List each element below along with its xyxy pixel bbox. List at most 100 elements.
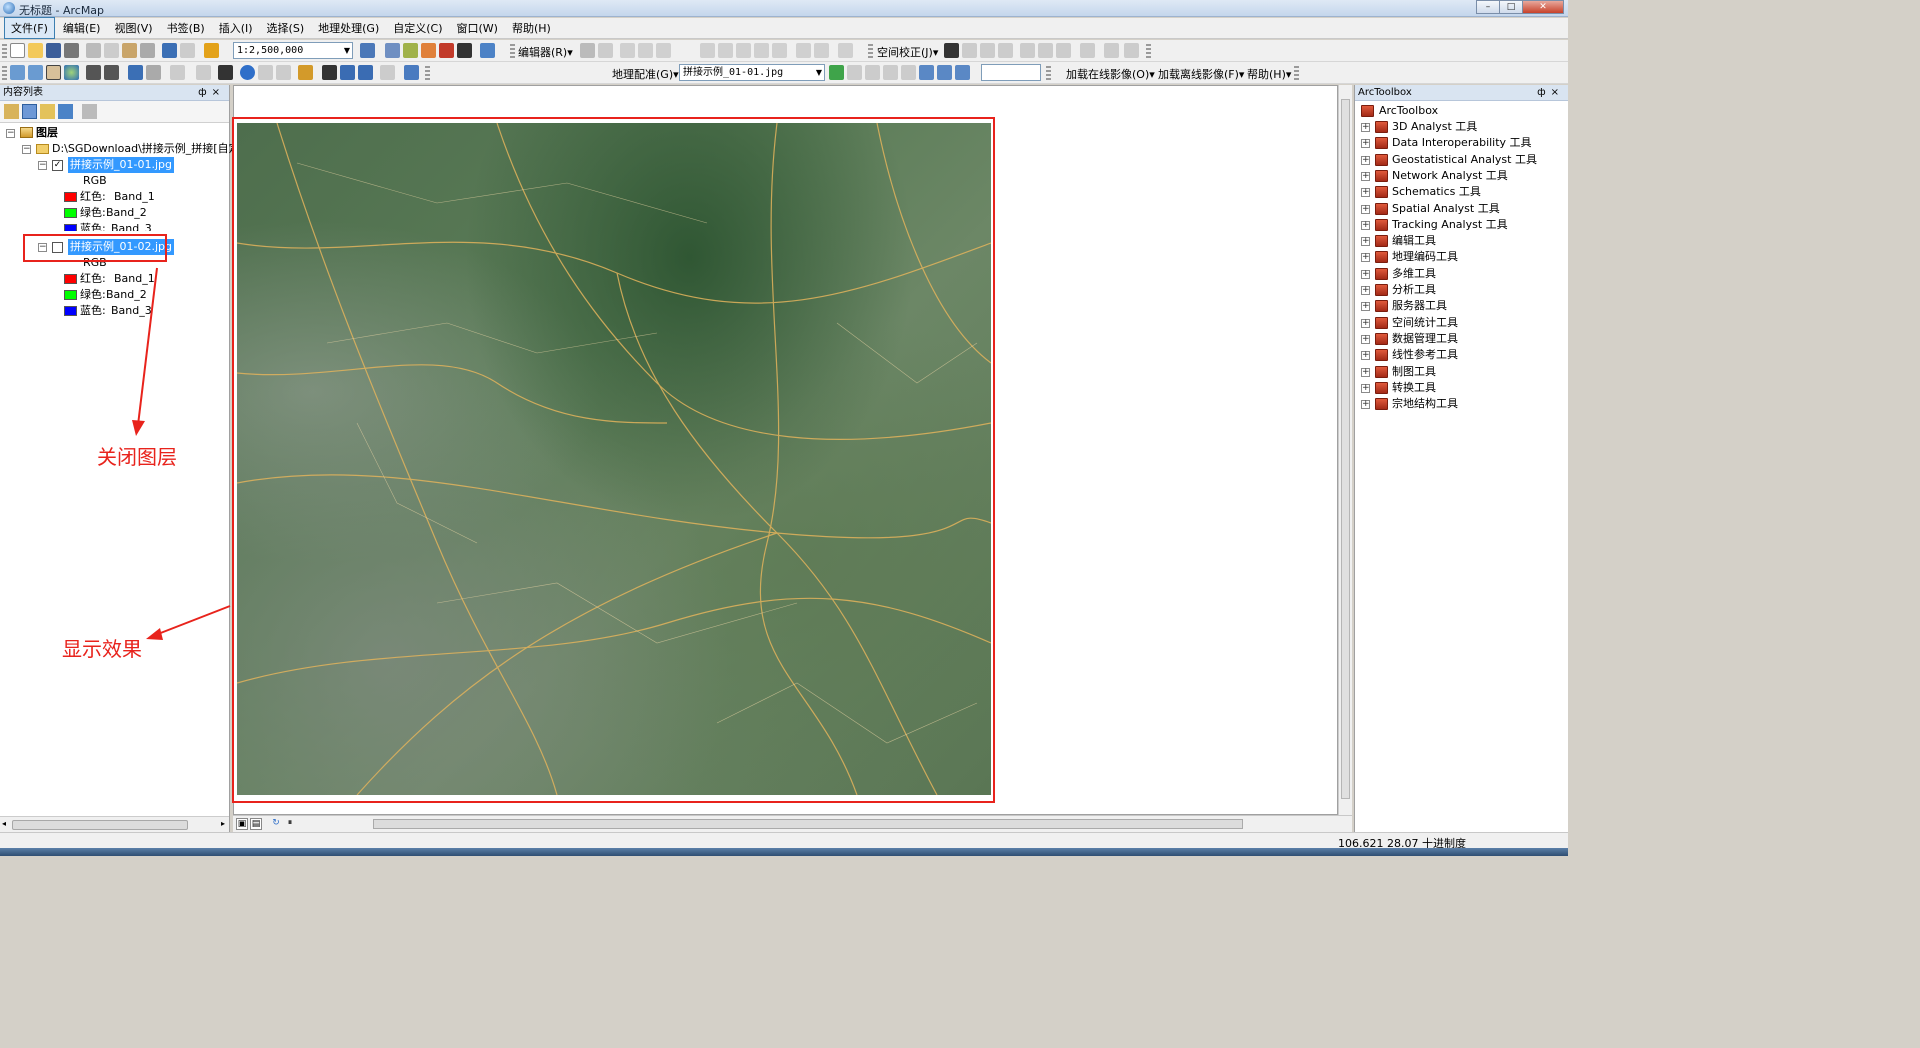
- menu-view[interactable]: 视图(V): [108, 18, 158, 38]
- blue-swatch[interactable]: [64, 306, 77, 316]
- reshape-icon[interactable]: [718, 43, 733, 58]
- red-swatch[interactable]: [64, 274, 77, 284]
- menu-insert[interactable]: 插入(I): [213, 18, 259, 38]
- select-link-icon[interactable]: [847, 65, 862, 80]
- measure-icon[interactable]: [298, 65, 313, 80]
- multi-displacement-icon[interactable]: [998, 43, 1013, 58]
- rotate-icon[interactable]: [772, 43, 787, 58]
- green-swatch[interactable]: [64, 290, 77, 300]
- create-features-icon[interactable]: [838, 43, 853, 58]
- open-folder-icon[interactable]: [28, 43, 43, 58]
- attribute-transfer-icon[interactable]: [1104, 43, 1119, 58]
- time-slider-icon[interactable]: [380, 65, 395, 80]
- plugin-help-menu[interactable]: 帮助(H)▾: [1247, 66, 1291, 82]
- edit-vertices-icon[interactable]: [700, 43, 715, 58]
- layer-name-label[interactable]: 拼接示例_01-01.jpg: [68, 157, 174, 173]
- full-extent-globe-icon[interactable]: [64, 65, 79, 80]
- toolbar-grip[interactable]: [1146, 44, 1151, 58]
- paste-icon[interactable]: [122, 43, 137, 58]
- list-by-drawing-order-icon[interactable]: [4, 104, 19, 119]
- layer-visibility-checkbox[interactable]: ✓: [52, 160, 63, 171]
- menu-help[interactable]: 帮助(H): [506, 18, 557, 38]
- toc-options-icon[interactable]: [82, 104, 97, 119]
- menu-windows[interactable]: 窗口(W): [451, 18, 504, 38]
- sketch-properties-icon[interactable]: [814, 43, 829, 58]
- create-viewer-window-icon[interactable]: [404, 65, 419, 80]
- collapse-icon[interactable]: −: [38, 161, 47, 170]
- layout-view-icon[interactable]: ▤: [250, 818, 262, 830]
- menu-geoprocessing[interactable]: 地理处理(G): [312, 18, 385, 38]
- zoom-to-selected-link-icon[interactable]: [865, 65, 880, 80]
- cut-icon[interactable]: [86, 43, 101, 58]
- list-by-selection-icon[interactable]: [58, 104, 73, 119]
- edit-tool-icon[interactable]: [580, 43, 595, 58]
- select-features-icon[interactable]: [170, 65, 185, 80]
- model-builder-icon[interactable]: [480, 43, 495, 58]
- toc-horizontal-scrollbar[interactable]: ◂ ▸: [0, 816, 229, 832]
- red-swatch[interactable]: [64, 192, 77, 202]
- modify-link-icon[interactable]: [980, 43, 995, 58]
- catalog-icon[interactable]: [403, 43, 418, 58]
- green-swatch[interactable]: [64, 208, 77, 218]
- back-arrow-icon[interactable]: [128, 65, 143, 80]
- load-offline-imagery-menu[interactable]: 加载离线影像(F)▾: [1158, 66, 1244, 82]
- redo-icon[interactable]: [180, 43, 195, 58]
- edit-annotation-icon[interactable]: [598, 43, 613, 58]
- data-view-icon[interactable]: ▣: [236, 818, 248, 830]
- find-route-icon[interactable]: [340, 65, 355, 80]
- straight-segment-icon[interactable]: [620, 43, 635, 58]
- new-displacement-link-icon[interactable]: [962, 43, 977, 58]
- trace-icon[interactable]: [656, 43, 671, 58]
- toolbar-grip[interactable]: [2, 66, 7, 80]
- expand-icon[interactable]: +: [1361, 400, 1370, 410]
- menu-edit[interactable]: 编辑(E): [57, 18, 107, 38]
- delete-icon[interactable]: [140, 43, 155, 58]
- layers-root-row[interactable]: − 图层: [6, 125, 206, 141]
- expand-icon[interactable]: +: [1361, 302, 1370, 312]
- spatial-adjustment-menu[interactable]: 空间校正(J)▾: [877, 44, 938, 60]
- python-window-icon[interactable]: [457, 43, 472, 58]
- view-link-table-icon[interactable]: [1080, 43, 1095, 58]
- expand-icon[interactable]: +: [1361, 286, 1370, 295]
- zoom-in-icon[interactable]: [10, 65, 25, 80]
- select-elements-icon[interactable]: [218, 65, 233, 80]
- add-data-icon[interactable]: [204, 43, 219, 58]
- refresh-icon[interactable]: ↻: [270, 818, 282, 830]
- pause-drawing-icon[interactable]: ⏸: [284, 818, 296, 830]
- blue-swatch[interactable]: [64, 224, 77, 231]
- expand-icon[interactable]: +: [1361, 253, 1370, 263]
- attributes-icon[interactable]: [796, 43, 811, 58]
- georeferencing-menu[interactable]: 地理配准(G)▾: [612, 66, 679, 82]
- expand-icon[interactable]: +: [1361, 237, 1370, 247]
- fixed-zoom-in-icon[interactable]: [86, 65, 101, 80]
- undo-icon[interactable]: [162, 43, 177, 58]
- print-icon[interactable]: [64, 43, 79, 58]
- new-document-icon[interactable]: [10, 43, 25, 58]
- collapse-icon[interactable]: −: [6, 129, 15, 138]
- new-identity-link-icon[interactable]: [1020, 43, 1035, 58]
- folder-row[interactable]: − D:\SGDownload\拼接示例_拼接[自定义: [22, 141, 251, 157]
- editor-toolbar-icon[interactable]: [360, 43, 375, 58]
- add-control-points-icon[interactable]: [829, 65, 844, 80]
- expand-icon[interactable]: +: [1361, 220, 1370, 230]
- clear-limited-adjustment-icon[interactable]: [1056, 43, 1071, 58]
- find-binoculars-icon[interactable]: [322, 65, 337, 80]
- editor-menu[interactable]: 编辑器(R)▾: [518, 44, 573, 60]
- expand-icon[interactable]: +: [1361, 139, 1370, 149]
- scroll-right-icon[interactable]: ▸: [221, 819, 225, 828]
- map-vertical-scrollbar[interactable]: [1338, 85, 1352, 815]
- list-by-source-icon[interactable]: [22, 104, 37, 119]
- save-icon[interactable]: [46, 43, 61, 58]
- expand-icon[interactable]: +: [1361, 155, 1370, 165]
- collapse-icon[interactable]: −: [22, 145, 31, 154]
- search-window-icon[interactable]: [421, 43, 436, 58]
- list-by-visibility-icon[interactable]: [40, 104, 55, 119]
- arctoolbox-icon[interactable]: [439, 43, 454, 58]
- split-icon[interactable]: [754, 43, 769, 58]
- expand-icon[interactable]: +: [1361, 269, 1370, 279]
- menu-selection[interactable]: 选择(S): [261, 18, 311, 38]
- layer-row[interactable]: − ✓ 拼接示例_01-01.jpg: [38, 157, 228, 173]
- map-horizontal-scrollbar[interactable]: [373, 819, 1243, 829]
- menu-customize[interactable]: 自定义(C): [387, 18, 448, 38]
- rotate-map-icon[interactable]: [955, 65, 970, 80]
